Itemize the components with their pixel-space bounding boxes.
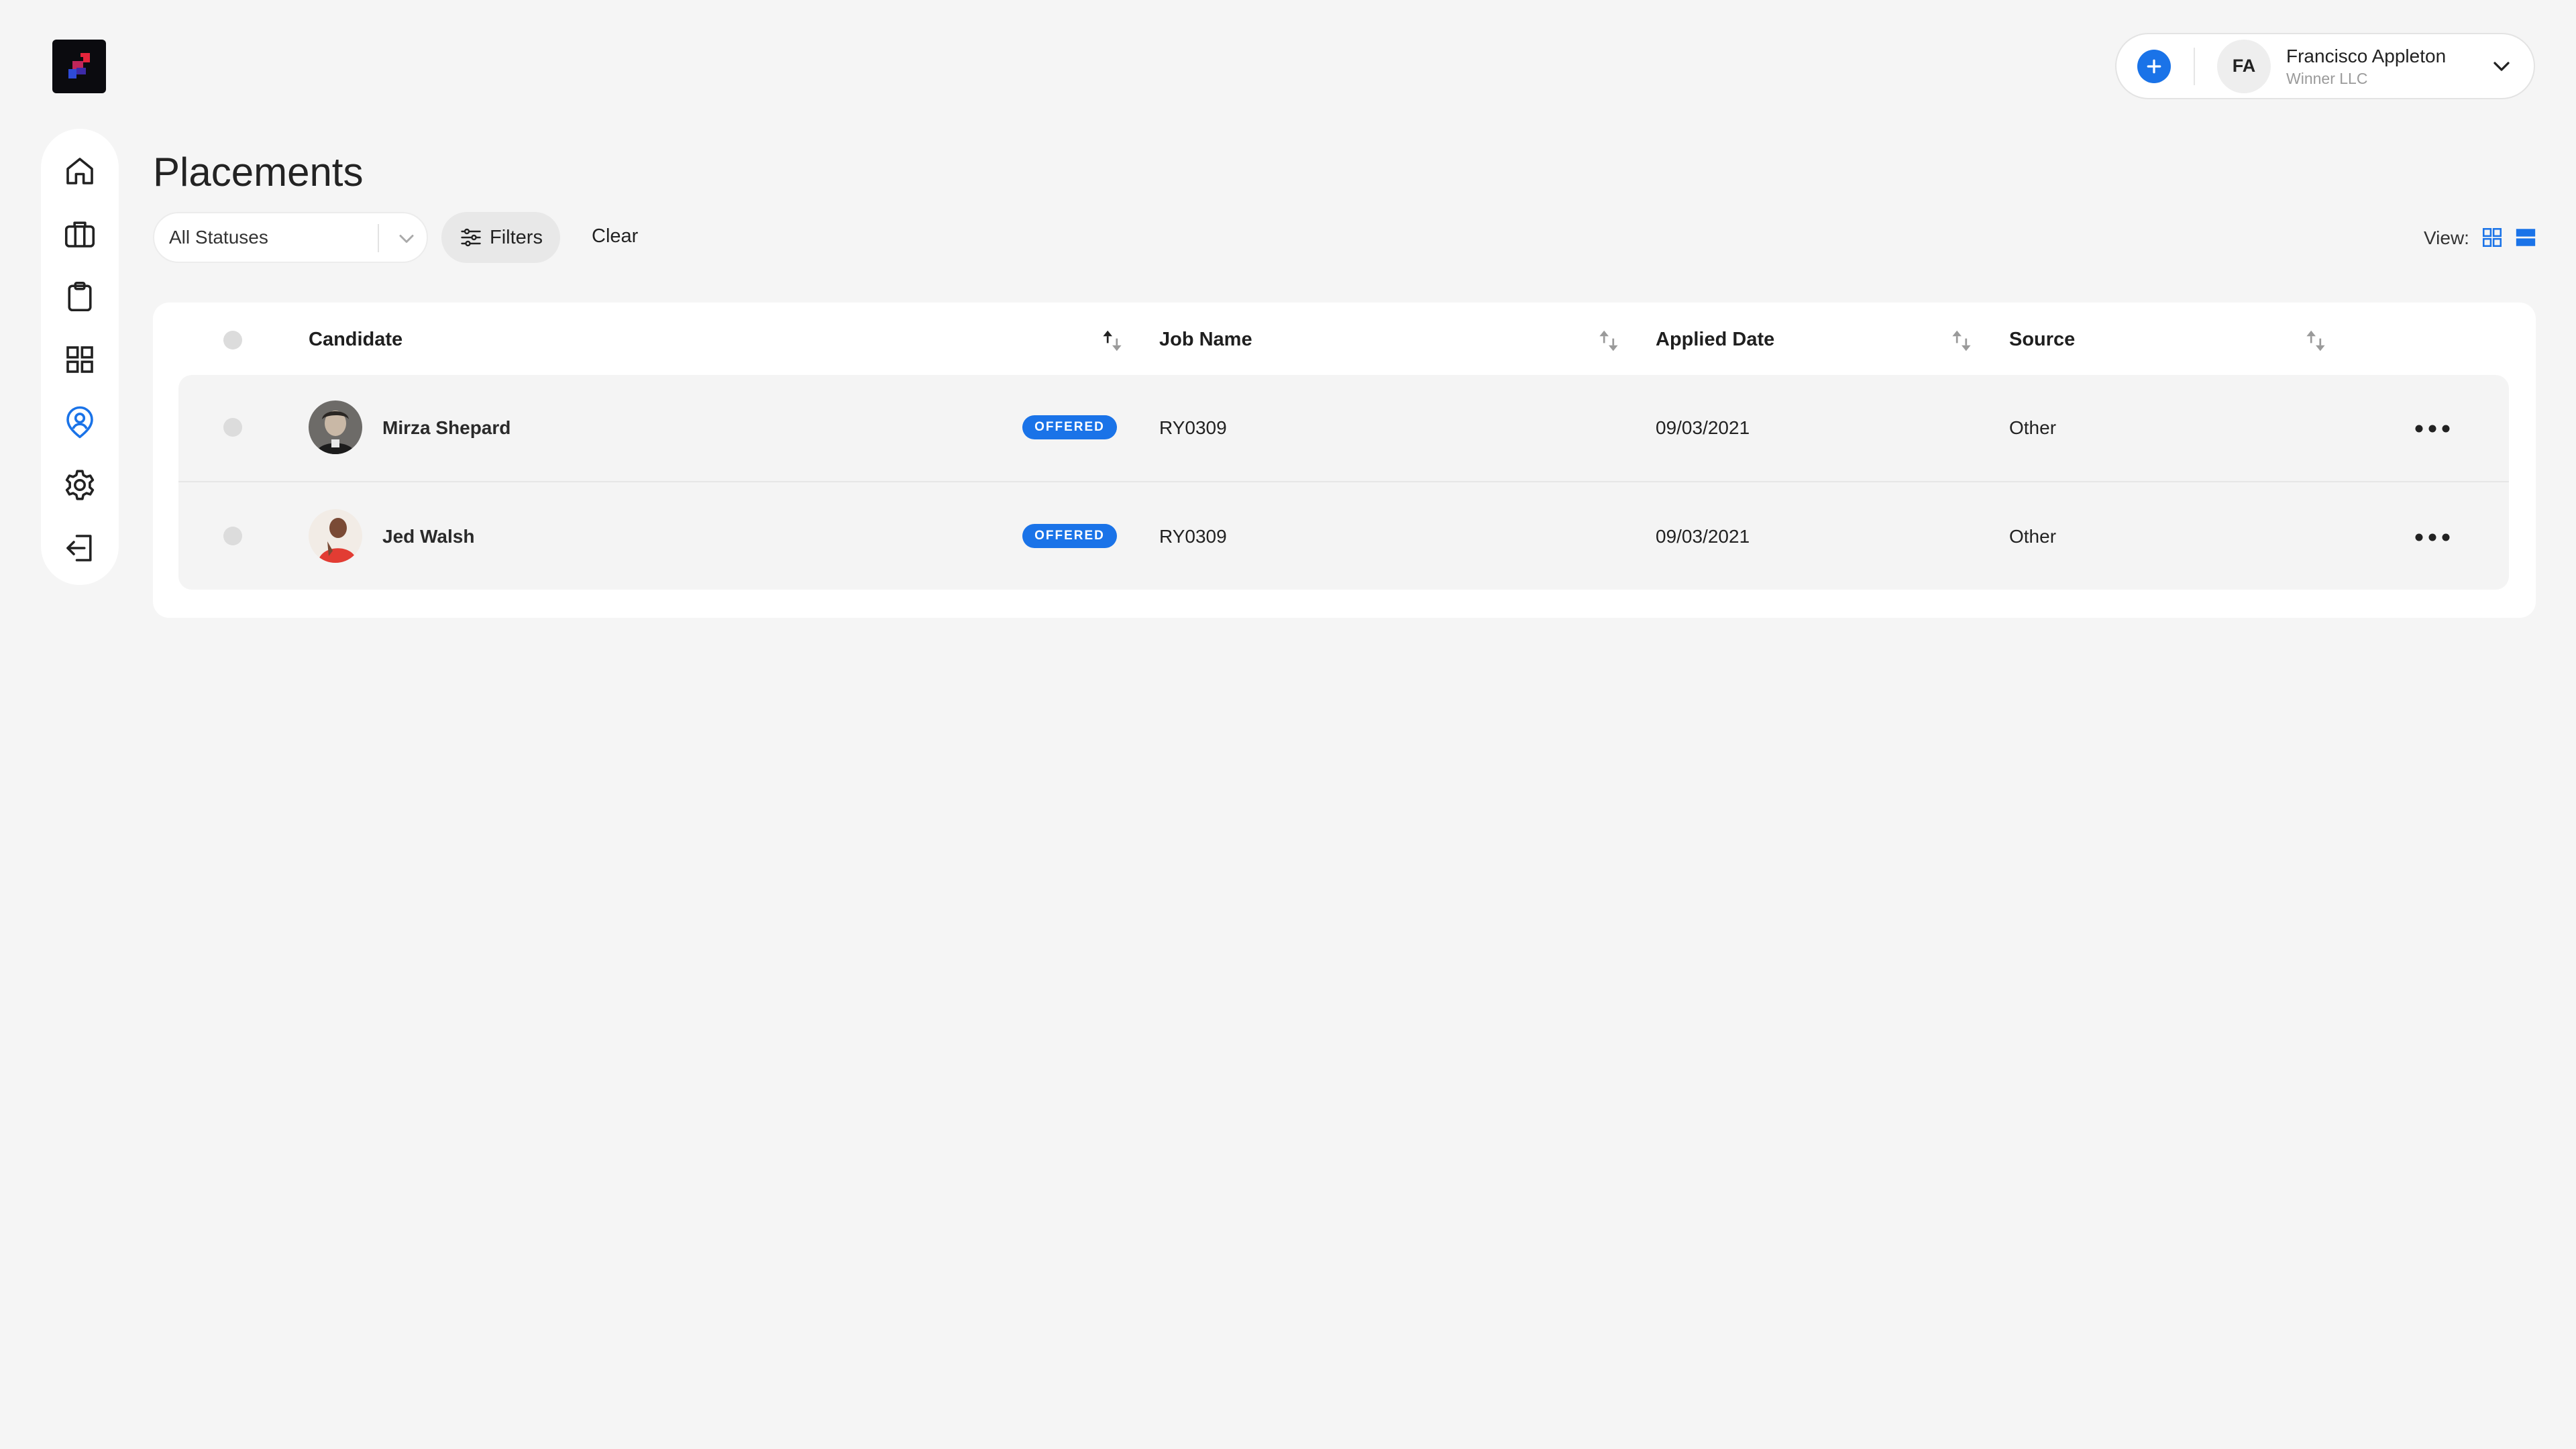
more-options-icon[interactable] — [2414, 531, 2451, 544]
source-cell: Other — [2009, 526, 2057, 547]
sidebar-item-settings[interactable] — [53, 460, 107, 512]
add-button[interactable] — [2137, 49, 2171, 83]
sidebar-item-home[interactable] — [53, 145, 107, 197]
sidebar-item-clipboard[interactable] — [53, 270, 107, 323]
candidate-photo — [309, 509, 362, 563]
plus-icon — [2147, 59, 2161, 73]
sidebar-item-logout[interactable] — [53, 522, 107, 574]
user-info: Francisco Appleton Winner LLC — [2286, 44, 2446, 89]
logo-mark-icon — [68, 53, 90, 78]
applied-date-cell: 09/03/2021 — [1656, 526, 1750, 547]
user-name: Francisco Appleton — [2286, 45, 2447, 66]
column-header-applied-date[interactable]: Applied Date — [1656, 329, 1774, 351]
column-header-candidate[interactable]: Candidate — [309, 329, 402, 351]
sidebar-item-dashboard[interactable] — [53, 333, 107, 386]
page-title: Placements — [153, 150, 364, 195]
filters-label: Filters — [490, 226, 543, 248]
view-label: View: — [2424, 227, 2469, 248]
status-select[interactable]: All Statuses — [153, 212, 428, 263]
job-name-cell: RY0309 — [1159, 526, 1227, 547]
candidate-avatar — [309, 400, 362, 454]
job-name-cell: RY0309 — [1159, 417, 1227, 438]
clear-button[interactable]: Clear — [592, 225, 638, 248]
select-all-checkbox[interactable] — [223, 331, 242, 350]
candidate-name[interactable]: Mirza Shepard — [382, 417, 511, 439]
user-menu[interactable]: FA Francisco Appleton Winner LLC — [2115, 33, 2535, 99]
user-company: Winner LLC — [2286, 69, 2368, 87]
divider — [2194, 47, 2195, 85]
sidebar-item-placements[interactable] — [53, 396, 107, 449]
row-checkbox[interactable] — [223, 527, 242, 545]
sidebar — [41, 129, 119, 585]
gear-icon — [65, 470, 95, 500]
table-row[interactable] — [178, 375, 2509, 482]
clipboard-icon — [68, 282, 92, 312]
grid-view-icon[interactable] — [2481, 226, 2504, 249]
status-badge: OFFERED — [1022, 524, 1117, 548]
candidate-avatar — [309, 509, 362, 563]
chevron-down-icon[interactable] — [2488, 53, 2515, 80]
app-logo[interactable] — [52, 40, 106, 93]
sort-icon[interactable] — [2304, 328, 2327, 354]
logout-icon — [66, 535, 92, 561]
source-cell: Other — [2009, 417, 2057, 438]
grid-icon — [66, 346, 93, 373]
more-options-icon[interactable] — [2414, 422, 2451, 435]
status-select-value: All Statuses — [169, 227, 268, 248]
chevron-down-icon — [399, 235, 414, 243]
sliders-icon — [461, 228, 481, 247]
column-header-source[interactable]: Source — [2009, 329, 2075, 351]
select-divider — [378, 224, 379, 252]
sort-icon[interactable] — [1597, 328, 1620, 354]
table-row[interactable] — [178, 482, 2509, 590]
applied-date-cell: 09/03/2021 — [1656, 417, 1750, 438]
status-badge: OFFERED — [1022, 415, 1117, 439]
list-view-icon[interactable] — [2514, 226, 2537, 249]
home-icon — [66, 158, 93, 184]
candidate-name[interactable]: Jed Walsh — [382, 526, 474, 547]
sidebar-item-jobs[interactable] — [53, 208, 107, 260]
sort-icon[interactable] — [1950, 328, 1973, 354]
sort-icon[interactable] — [1101, 328, 1124, 354]
filters-button[interactable]: Filters — [441, 212, 560, 263]
user-pin-icon — [66, 406, 93, 438]
user-avatar: FA — [2217, 39, 2271, 93]
briefcase-icon — [64, 221, 95, 248]
column-header-job-name[interactable]: Job Name — [1159, 329, 1252, 351]
candidate-photo — [309, 400, 362, 454]
row-checkbox[interactable] — [223, 418, 242, 437]
